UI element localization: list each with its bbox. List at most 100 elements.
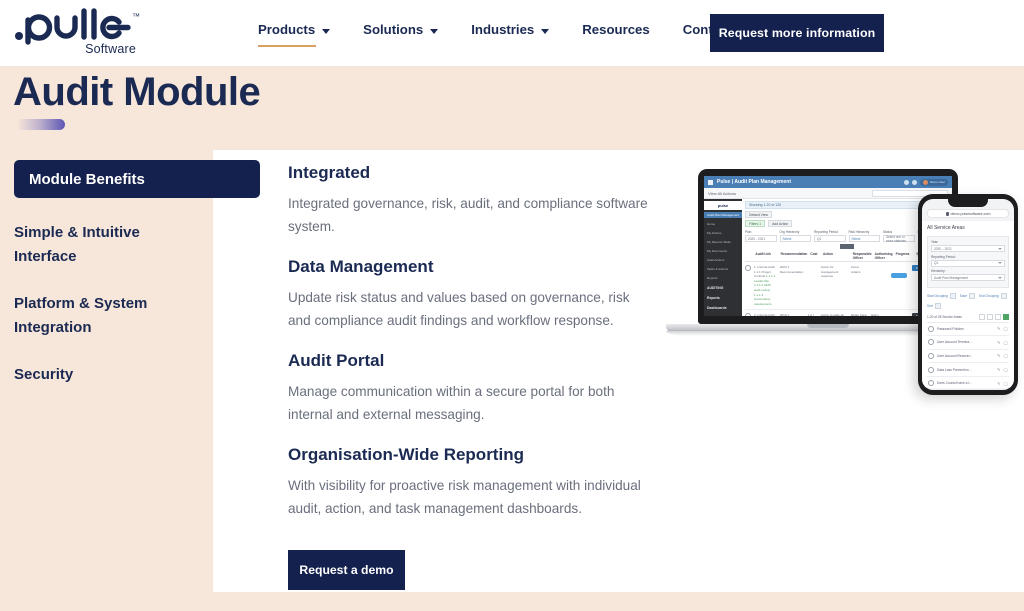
app-sidebar-selected[interactable]: Audit Plan Management xyxy=(704,212,742,218)
row-expand-icon[interactable] xyxy=(745,265,751,271)
menu-icon[interactable] xyxy=(708,179,713,185)
app-sidebar-item-label: My Actions xyxy=(707,231,722,235)
cell-audit-link: 2. Internal Audit 2.2.1 Legislative Comp… xyxy=(754,313,775,316)
comment-icon[interactable]: ◯ xyxy=(1004,326,1008,331)
filters-button[interactable]: Filters 1 xyxy=(745,220,766,227)
app-sidebar-item[interactable]: Tasks & Actions xyxy=(704,266,742,272)
pager-text: 1-20 of 28 Service Areas xyxy=(927,314,962,319)
service-area-icon xyxy=(928,352,934,359)
row-expand-icon[interactable] xyxy=(745,313,751,316)
app-sidebar-group[interactable]: AUDITING xyxy=(704,285,742,291)
avatar[interactable]: Demo User xyxy=(919,178,948,186)
app-sidebar-item-label: Tasks & Actions xyxy=(707,267,729,271)
app-sidebar-item[interactable]: My Actions xyxy=(704,230,742,236)
button-label: Filters 1 xyxy=(749,221,762,226)
list-item[interactable]: Password Policies ✎ ◯ xyxy=(927,323,1009,337)
help-icon[interactable] xyxy=(903,179,909,185)
table-column-header: Responsible Officer xyxy=(852,252,872,260)
nav-item-solutions[interactable]: Solutions xyxy=(363,22,460,38)
list-item[interactable]: User Account Recover... ✎ ◯ xyxy=(927,350,1009,364)
button-label: Default View xyxy=(749,212,768,217)
pulse-logo-icon: ™ xyxy=(15,8,140,45)
grouping-icon xyxy=(1000,292,1007,299)
request-a-demo-button[interactable]: Request a demo xyxy=(288,550,405,590)
filter-select[interactable]: Select xyxy=(848,235,880,242)
sidebar-item-platform-system-integration[interactable]: Platform & System Integration xyxy=(14,292,189,340)
sidebar-item-security[interactable]: Security xyxy=(14,363,189,387)
app-sidebar-group-label: AUDITING xyxy=(707,286,724,290)
benefit-body: Integrated governance, risk, audit, and … xyxy=(288,196,648,234)
nav-item-resources[interactable]: Resources xyxy=(582,22,671,38)
hero-section: Audit Module xyxy=(0,66,1024,150)
list-item[interactable]: User Account Termina... ✎ ◯ xyxy=(927,336,1009,350)
avatar-image-icon xyxy=(922,179,928,185)
save-link[interactable]: Save xyxy=(960,292,975,299)
edit-icon[interactable]: ✎ xyxy=(997,326,1000,331)
comment-icon[interactable]: ◯ xyxy=(1004,353,1008,358)
nav-item-industries[interactable]: Industries xyxy=(471,22,571,38)
comment-icon[interactable]: ◯ xyxy=(1004,340,1008,345)
filter-select[interactable]: Q1 xyxy=(814,235,846,242)
end-grouping-link[interactable]: End Grouping xyxy=(979,292,1007,299)
year-select[interactable]: 2020 – 2021 xyxy=(931,245,1005,252)
sort-link[interactable]: Sort xyxy=(927,302,941,309)
nav-label: Resources xyxy=(582,22,650,37)
app-sidebar-item-label: Reports xyxy=(707,276,718,280)
phone-content: All Service Areas Year: 2020 – 2021 Repo… xyxy=(922,221,1014,390)
cell-responsible-officer: Efrain Cano xyxy=(851,313,867,316)
chevron-down-icon xyxy=(998,262,1002,264)
sidebar-item-simple-intuitive-interface[interactable]: Simple & Intuitive Interface xyxy=(14,221,189,269)
edit-icon[interactable]: ✎ xyxy=(997,353,1000,358)
sidebar-item-module-benefits[interactable]: Module Benefits xyxy=(14,160,260,198)
app-sidebar-item[interactable]: Audit Actions xyxy=(704,257,742,263)
add-action-button[interactable]: Add Action xyxy=(768,220,793,227)
lock-icon xyxy=(945,211,949,216)
export-icon[interactable] xyxy=(1003,313,1009,320)
next-page-button[interactable] xyxy=(987,313,993,320)
reporting-period-select[interactable]: Q1 xyxy=(931,259,1005,267)
service-area-icon xyxy=(928,380,934,387)
avatar-name: Demo User xyxy=(929,180,945,184)
comment-icon[interactable]: ◯ xyxy=(1004,367,1008,372)
filter-select[interactable]: Select xyxy=(779,235,811,242)
benefit-body: With visibility for proactive risk manag… xyxy=(288,478,641,516)
chevron-down-icon xyxy=(998,247,1002,250)
table-column-header: Progress xyxy=(895,252,910,256)
app-sidebar-group[interactable]: Dashboards xyxy=(704,305,742,311)
app-sidebar-item[interactable]: Reports xyxy=(704,275,742,281)
logo-subtitle: Software xyxy=(85,42,136,56)
app-sidebar-item[interactable]: My Reports Tasks xyxy=(704,239,742,245)
edit-icon[interactable]: ✎ xyxy=(997,340,1000,345)
go-button[interactable] xyxy=(840,244,854,249)
cell-audit-link-detail: 1.1.1.1 Leadership 1.1.1.2 2020 audit re… xyxy=(754,274,776,306)
comment-icon[interactable]: ◯ xyxy=(1004,381,1008,386)
filter-select[interactable]: 2020 - 2021 xyxy=(745,235,777,242)
mail-icon[interactable] xyxy=(911,179,917,185)
product-screenshot-mockup: Pulse | Audit Plan Management Demo User … xyxy=(660,160,1024,400)
grouping-icon xyxy=(949,292,956,299)
settings-icon[interactable] xyxy=(995,313,1001,320)
app-sidebar-group[interactable]: Reports xyxy=(704,295,742,301)
logo[interactable]: ™ Software xyxy=(12,6,142,56)
nav-label: Products xyxy=(258,22,316,37)
benefit-block-audit-portal: Audit Portal Manage communication within… xyxy=(288,351,653,426)
nav-item-products[interactable]: Products xyxy=(258,22,352,47)
app-sidebar-group[interactable]: Login Reports xyxy=(704,315,742,316)
edit-icon[interactable]: ✎ xyxy=(997,381,1000,386)
prev-page-button[interactable] xyxy=(979,313,985,320)
list-item[interactable]: Data Loss Prevention ... ✎ ◯ xyxy=(927,363,1009,377)
list-item[interactable]: Does Council have a t... ✎ ◯ xyxy=(927,377,1009,390)
hierarchy-select[interactable]: Audit Plan Management xyxy=(931,274,1005,281)
cell-cost: 1.2 / 1.3 xyxy=(807,313,814,316)
app-sidebar-item[interactable]: Home xyxy=(704,221,742,227)
filter-select[interactable]: Select one or more statuses xyxy=(883,235,915,243)
app-sidebar-item[interactable]: My Documents xyxy=(704,248,742,254)
page-root: ™ Software Products Solutions Industries… xyxy=(0,0,1024,611)
browser-url-bar[interactable]: demo.pulsesoftware.com xyxy=(927,209,1009,218)
start-grouping-link[interactable]: Start Grouping xyxy=(927,292,956,299)
chevron-down-icon xyxy=(541,28,550,34)
default-view-button[interactable]: Default View xyxy=(745,211,772,218)
list-item-label: Data Loss Prevention ... xyxy=(937,367,973,372)
request-more-information-button[interactable]: Request more information xyxy=(710,14,884,52)
edit-icon[interactable]: ✎ xyxy=(997,367,1000,372)
